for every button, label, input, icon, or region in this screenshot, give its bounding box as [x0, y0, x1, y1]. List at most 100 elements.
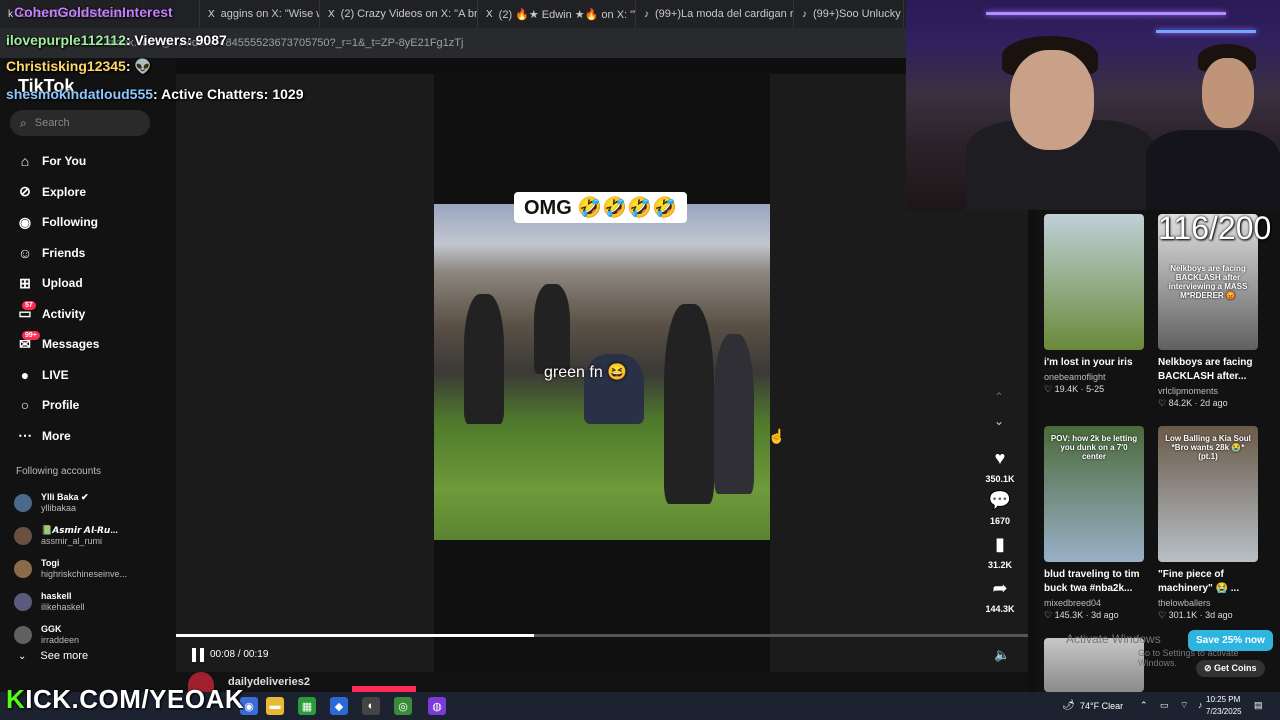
following-icon: ◉: [18, 213, 32, 230]
suggested-video-card[interactable]: i'm lost in your iris onebeamoflight ♡ 19.…: [1044, 214, 1152, 395]
viewers-text: : Viewers: 9087: [125, 32, 227, 48]
comment-button[interactable]: 💬 1670: [980, 490, 1020, 529]
viewers-username: ilovepurple112112: [6, 32, 126, 48]
suggested-video-card[interactable]: Low Balling a Kia Soul *Bro wants 28k 😭*…: [1158, 426, 1266, 621]
video-player[interactable]: OMG 🤣🤣🤣🤣 green fn 😆 ☝ ⌃ ⌄ ♥ 350.1K 💬 167…: [176, 74, 1028, 672]
suggested-video-thumbnail-partial[interactable]: [1044, 638, 1144, 692]
sidebar-item-label: For You: [42, 154, 87, 169]
streamer-name-overlay: CohenGoldsteinInterest: [14, 4, 173, 20]
browser-icon[interactable]: ◎: [394, 697, 412, 715]
live-icon: ●: [20, 366, 30, 383]
bookmark-icon: ▮: [995, 534, 1005, 554]
sidebar-item-friends[interactable]: ☺ Friends: [0, 238, 176, 269]
suggested-video-card[interactable]: POV: how 2k be letting you dunk on a 7'0…: [1044, 426, 1152, 621]
video-progress-fill: [176, 634, 534, 637]
sidebar-item-profile[interactable]: ○ Profile: [0, 390, 176, 421]
thumbnail-text: Nelkboys are facing BACKLASH after inter…: [1168, 264, 1248, 300]
browser-tab[interactable]: ♪(99+)La moda del cardigan ros×: [636, 0, 794, 28]
wifi-icon[interactable]: ⌔: [1180, 700, 1188, 711]
sidebar-item-label: LIVE: [42, 367, 69, 382]
video-stats: ♡ 19.4K · 5-25: [1044, 384, 1105, 394]
chat-app-icon[interactable]: ◍: [428, 697, 446, 715]
notifications-icon[interactable]: ▤: [1254, 700, 1263, 711]
sidebar-item-upload[interactable]: ⊞ Upload: [0, 268, 176, 299]
activate-windows-title: Activate Windows: [1066, 632, 1161, 646]
sidebar-item-label: Friends: [42, 245, 86, 260]
tab-favicon-icon: X: [328, 8, 335, 20]
tab-favicon-icon: ♪: [644, 8, 649, 20]
sidebar-item-live[interactable]: ● LIVE: [0, 360, 176, 391]
speaker-icon[interactable]: ♪: [1198, 700, 1203, 710]
following-account[interactable]: haskell ilikehaskell: [14, 585, 174, 618]
guest-face: [1202, 58, 1254, 128]
sidebar-item-label: Upload: [42, 276, 83, 291]
video-thumbnail[interactable]: POV: how 2k be letting you dunk on a 7'0…: [1044, 426, 1144, 562]
mouse-cursor-icon: ☝: [768, 428, 786, 444]
app-icon[interactable]: ◆: [330, 697, 348, 715]
search-placeholder: Search: [34, 117, 70, 129]
account-handle: assmir_al_rumi: [41, 535, 103, 546]
avatar: [14, 625, 32, 644]
following-account[interactable]: Ylli Baka ✔ yllibakaa: [14, 486, 174, 519]
video-figure: [664, 304, 714, 504]
sidebar-item-label: Explore: [42, 184, 87, 199]
like-button[interactable]: ♥ 350.1K: [980, 448, 1020, 487]
browser-tab[interactable]: ♪(99+)Soo Unlucky Danc×: [794, 0, 904, 28]
screen: k CohenGoldsteinInterest × Xaggins on X: "W…: [0, 0, 1280, 720]
save-button[interactable]: ▮ 31.2K: [980, 534, 1020, 573]
notification-badge: 57: [22, 300, 36, 310]
previous-video-icon[interactable]: ⌃: [994, 390, 1004, 404]
share-count: 144.3K: [985, 604, 1015, 614]
video-author: onebeamoflight: [1044, 372, 1106, 382]
browser-tab[interactable]: X(2) Crazy Videos on X: "A broke×: [320, 0, 478, 28]
comment-icon: 💬: [988, 490, 1012, 510]
thumbnail-text: Low Balling a Kia Soul *Bro wants 28k 😭*…: [1165, 434, 1251, 461]
weather-icon: 🌶: [1062, 700, 1075, 711]
video-stats: ♡ 145.3K · 3d ago: [1044, 610, 1119, 620]
heart-icon: ♥: [994, 448, 1006, 468]
sidebar-item-label: Following: [42, 215, 98, 230]
get-coins-button[interactable]: ⊘ Get Coins: [1196, 660, 1265, 677]
guest-body: [1146, 130, 1280, 210]
clock-date[interactable]: 7/23/2025: [1206, 707, 1242, 716]
obs-icon[interactable]: ◐: [362, 697, 380, 715]
search-input[interactable]: ⌕ Search: [10, 110, 150, 136]
following-accounts-header: Following accounts: [16, 466, 102, 477]
save-25-button[interactable]: Save 25% now: [1188, 630, 1273, 651]
following-account[interactable]: 📗𝘼𝙨𝙢𝙞𝙧 𝘼𝙡-𝙍𝙪... assmir_al_rumi: [14, 519, 174, 552]
following-account[interactable]: GGK irraddeen: [14, 618, 174, 651]
pause-button[interactable]: [192, 648, 204, 662]
network-icon[interactable]: ▭: [1160, 700, 1169, 711]
browser-tab[interactable]: X(2) 🔥★ Edwin ★🔥 on X: "W×: [478, 0, 636, 28]
tab-title: aggins on X: "Wise w: [220, 8, 320, 20]
next-video-icon[interactable]: ⌄: [994, 414, 1004, 428]
sidebar-item-following[interactable]: ◉ Following: [0, 207, 176, 238]
goal-counter: 116/200: [1158, 210, 1272, 246]
sidebar-item-explore[interactable]: ⊘ Explore: [0, 177, 176, 208]
sidebar-item-for-you[interactable]: ⌂ For You: [0, 146, 176, 177]
video-thumbnail[interactable]: Low Balling a Kia Soul *Bro wants 28k 😭*…: [1158, 426, 1258, 562]
avatar: [14, 526, 32, 545]
suggested-videos: i'm lost in your iris onebeamoflight ♡ 19.…: [1036, 210, 1280, 692]
avatar: [14, 592, 32, 611]
tray-chevron-icon[interactable]: ⌃: [1140, 700, 1148, 711]
sidebar-item-messages[interactable]: ✉ Messages 99+: [0, 329, 176, 360]
sidebar-item-activity[interactable]: ▭ Activity 57: [0, 299, 176, 330]
share-button[interactable]: ➦ 144.3K: [980, 578, 1020, 617]
clock-time[interactable]: 10:25 PM: [1206, 695, 1240, 704]
volume-icon[interactable]: 🔈: [994, 647, 1010, 663]
sidebar-item-more[interactable]: ⋯ More: [0, 421, 176, 452]
browser-tab[interactable]: Xaggins on X: "Wise w×: [200, 0, 320, 28]
store-icon[interactable]: ▦: [298, 697, 316, 715]
save-count: 31.2K: [987, 560, 1013, 570]
next-video-preview[interactable]: dailydeliveries2: [176, 672, 1028, 692]
tab-favicon-icon: k: [8, 8, 13, 20]
see-more-button[interactable]: ⌄ See more: [18, 650, 88, 662]
following-account[interactable]: Togi highriskchineseinve...: [14, 552, 174, 585]
file-explorer-icon[interactable]: ▬: [266, 697, 284, 715]
video-progress-bar[interactable]: [176, 634, 1028, 637]
chatters-overlay: shesmokindatloud555: Active Chatters: 10…: [6, 86, 303, 102]
video-thumbnail[interactable]: [1044, 214, 1144, 350]
video-author: mixedbreed04: [1044, 598, 1102, 608]
weather-text[interactable]: 74°F Clear: [1080, 701, 1123, 711]
